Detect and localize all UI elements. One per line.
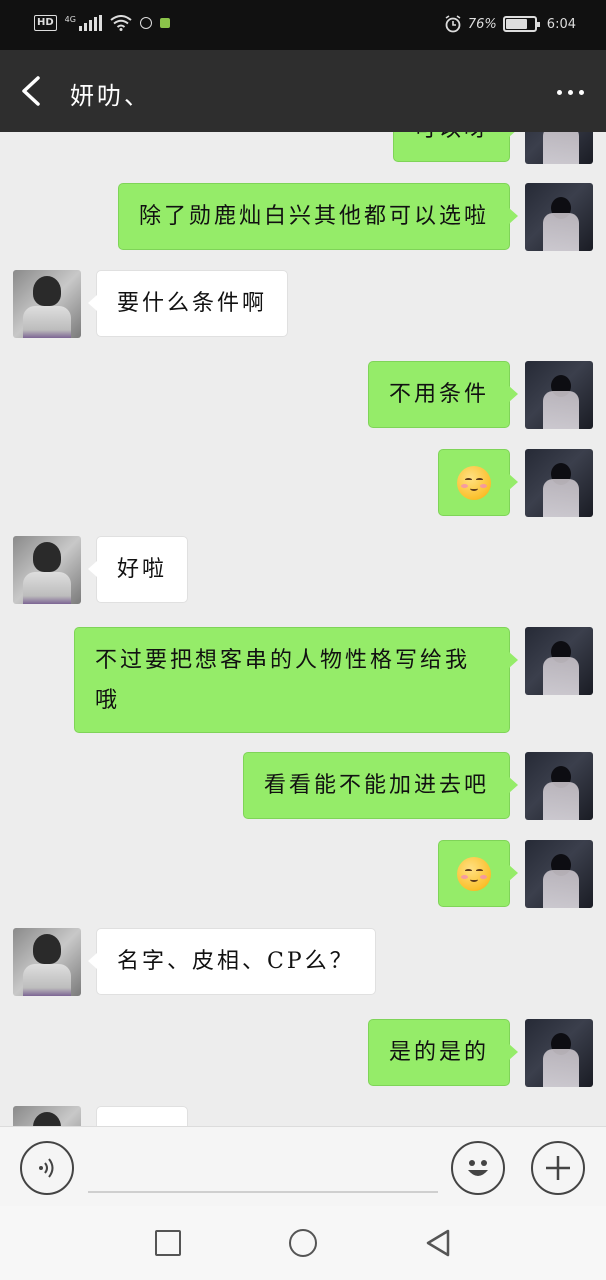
- avatar[interactable]: [525, 840, 593, 908]
- hd-badge: HD: [34, 15, 57, 31]
- message-bubble[interactable]: 好啦: [87, 536, 189, 603]
- blushing-face-icon: [457, 466, 491, 500]
- plus-icon: [546, 1156, 570, 1180]
- circle-icon[interactable]: [289, 1229, 317, 1257]
- clock: 6:04: [546, 16, 576, 32]
- message-row: [0, 840, 606, 908]
- blushing-face-icon: [457, 857, 491, 891]
- avatar[interactable]: [525, 183, 593, 251]
- message-bubble[interactable]: 名字、皮相、CP么？: [88, 928, 376, 995]
- message-bubble[interactable]: 看看能不能加进去吧: [242, 752, 519, 819]
- more-horizontal-icon: [556, 89, 562, 95]
- message-row: [0, 449, 606, 517]
- message-row: 不过要把想客串的人物性格写给我哦: [0, 627, 606, 733]
- more-functions-button[interactable]: [531, 1141, 585, 1195]
- wifi-icon: [110, 15, 132, 31]
- input-bar: [0, 1126, 606, 1206]
- message-bubble[interactable]: 除了勋鹿灿白兴其他都可以选啦: [117, 183, 519, 250]
- chevron-left-icon: [22, 76, 40, 106]
- avatar[interactable]: [525, 449, 593, 517]
- message-bubble[interactable]: [96, 1106, 188, 1126]
- message-bubble[interactable]: 可以呀: [392, 132, 519, 162]
- more-button[interactable]: [550, 78, 590, 106]
- alarm-icon: [445, 15, 461, 33]
- voice-button[interactable]: [20, 1141, 74, 1195]
- battery-percent: 76%: [467, 16, 497, 32]
- sync-icon: [139, 17, 152, 29]
- message-row: 不用条件: [0, 361, 606, 429]
- chat-title: 妍叻、: [70, 82, 151, 110]
- message-bubble[interactable]: 要什么条件啊: [87, 270, 289, 337]
- avatar[interactable]: [525, 132, 593, 164]
- message-bubble[interactable]: 不过要把想客串的人物性格写给我哦: [74, 627, 518, 733]
- message-row: 除了勋鹿灿白兴其他都可以选啦: [0, 183, 606, 251]
- voice-icon: [39, 1158, 54, 1178]
- message-bubble[interactable]: [438, 449, 518, 516]
- message-bubble[interactable]: 是的是的: [367, 1019, 519, 1086]
- avatar[interactable]: [13, 270, 81, 338]
- signal-icon: 4G: [65, 15, 102, 31]
- status-bar: HD 4G 76% 6:04: [0, 0, 606, 50]
- triangle-back-icon[interactable]: [424, 1228, 454, 1258]
- system-navigation-bar: [0, 1206, 606, 1280]
- avatar[interactable]: [13, 928, 81, 996]
- message-row: 看看能不能加进去吧: [0, 752, 606, 820]
- message-list[interactable]: 可以呀 除了勋鹿灿白兴其他都可以选啦 要什么条件啊 不用条件 好啦 不过要把想客…: [0, 132, 606, 1126]
- chat-header: 妍叻、: [0, 50, 606, 132]
- message-input[interactable]: [88, 1143, 438, 1193]
- message-bubble[interactable]: 不用条件: [367, 361, 519, 428]
- square-icon[interactable]: [155, 1230, 181, 1256]
- avatar[interactable]: [525, 752, 593, 820]
- message-bubble[interactable]: [438, 840, 518, 907]
- avatar[interactable]: [525, 361, 593, 429]
- message-row: 是的是的: [0, 1019, 606, 1087]
- avatar[interactable]: [13, 1106, 81, 1126]
- emoji-button[interactable]: [451, 1141, 505, 1195]
- back-button[interactable]: [14, 70, 54, 112]
- message-row: [0, 1106, 606, 1126]
- network-type: 4G: [64, 15, 76, 24]
- smiley-icon: [468, 1160, 488, 1176]
- message-row: 要什么条件啊: [0, 270, 606, 338]
- message-row: 好啦: [0, 536, 606, 604]
- battery-icon: [502, 16, 540, 32]
- avatar[interactable]: [525, 627, 593, 695]
- avatar[interactable]: [525, 1019, 593, 1087]
- message-notification-icon: [159, 18, 170, 28]
- message-row: 名字、皮相、CP么？: [0, 928, 606, 996]
- avatar[interactable]: [13, 536, 81, 604]
- message-row: 可以呀: [0, 132, 606, 164]
